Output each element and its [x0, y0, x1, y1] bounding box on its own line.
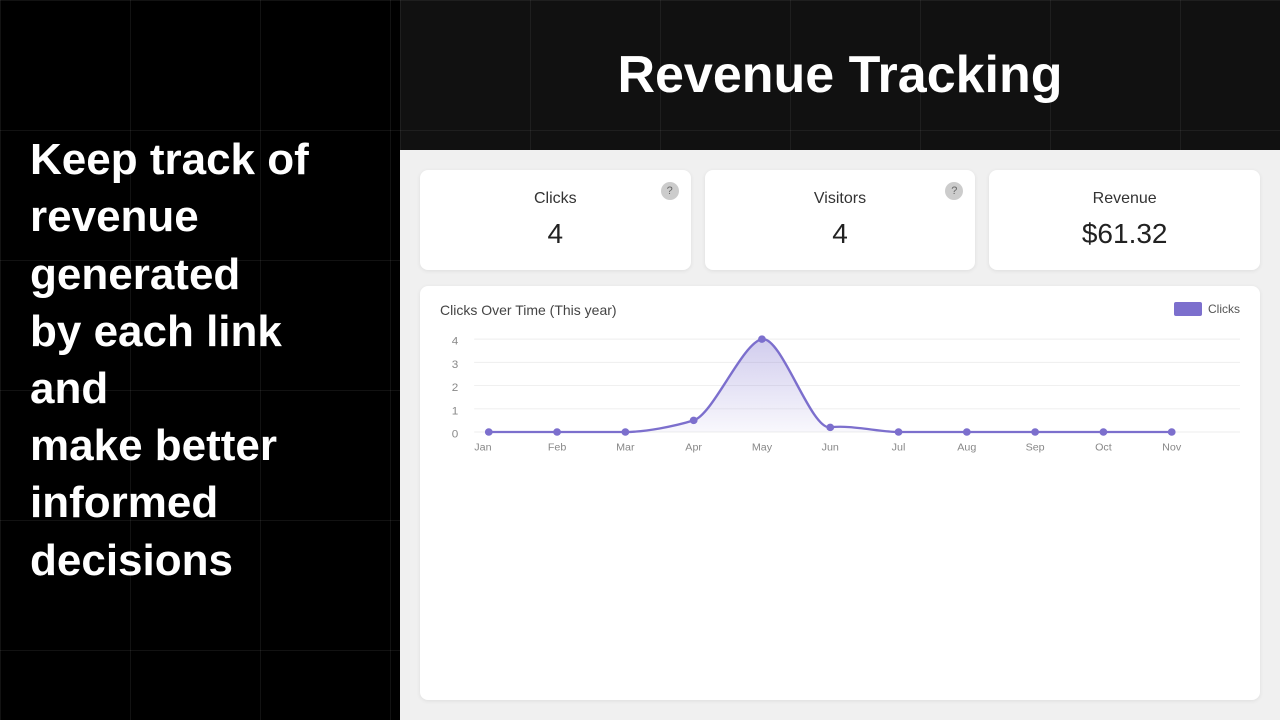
stat-cards-row: ? Clicks 4 ? Visitors 4 Revenue $61.32 [420, 170, 1260, 270]
left-line-5: informed decisions [30, 474, 370, 588]
svg-text:Feb: Feb [548, 443, 567, 454]
svg-text:2: 2 [452, 382, 458, 394]
data-point-sep [1031, 428, 1039, 435]
clicks-help-icon[interactable]: ? [661, 182, 679, 200]
data-point-oct [1100, 428, 1108, 435]
chart-legend: Clicks [1174, 302, 1240, 316]
data-point-apr [690, 417, 698, 424]
stat-card-revenue: Revenue $61.32 [989, 170, 1260, 270]
page-title: Revenue Tracking [617, 45, 1062, 105]
svg-text:Sep: Sep [1026, 443, 1045, 454]
visitors-value: 4 [729, 218, 952, 250]
svg-text:Apr: Apr [685, 443, 702, 454]
svg-text:1: 1 [452, 406, 458, 418]
data-point-jan [485, 428, 493, 435]
left-line-4: make better [30, 417, 370, 474]
left-line-2: revenue generated [30, 188, 370, 302]
legend-color-clicks [1174, 302, 1202, 316]
data-point-nov [1168, 428, 1176, 435]
stat-card-visitors: ? Visitors 4 [705, 170, 976, 270]
svg-text:0: 0 [452, 429, 458, 441]
visitors-label: Visitors [729, 190, 952, 208]
revenue-value: $61.32 [1013, 218, 1236, 250]
visitors-help-icon[interactable]: ? [945, 182, 963, 200]
right-panel: Revenue Tracking ? Clicks 4 ? Visitors 4… [400, 0, 1280, 720]
stat-card-clicks: ? Clicks 4 [420, 170, 691, 270]
data-point-may [758, 335, 766, 342]
svg-text:Jan: Jan [474, 443, 491, 454]
data-point-jul [895, 428, 903, 435]
data-point-mar [621, 428, 629, 435]
svg-text:Jun: Jun [822, 443, 839, 454]
data-point-feb [553, 428, 561, 435]
legend-label-clicks: Clicks [1208, 302, 1240, 316]
left-panel: Keep track of revenue generated by each … [0, 0, 400, 720]
header-area: Revenue Tracking [400, 0, 1280, 150]
left-line-3: by each link and [30, 303, 370, 417]
left-text: Keep track of revenue generated by each … [30, 131, 370, 589]
svg-text:Nov: Nov [1162, 443, 1182, 454]
svg-text:Oct: Oct [1095, 443, 1112, 454]
svg-text:May: May [752, 443, 773, 454]
clicks-label: Clicks [444, 190, 667, 208]
svg-text:Jul: Jul [892, 443, 906, 454]
data-point-jun [826, 424, 834, 431]
svg-text:Aug: Aug [957, 443, 976, 454]
chart-title: Clicks Over Time (This year) [440, 302, 1240, 318]
content-area: ? Clicks 4 ? Visitors 4 Revenue $61.32 C… [400, 150, 1280, 720]
clicks-value: 4 [444, 218, 667, 250]
chart-container: Clicks Over Time (This year) Clicks 4 3 … [420, 286, 1260, 700]
svg-text:4: 4 [452, 336, 459, 348]
svg-text:Mar: Mar [616, 443, 635, 454]
data-point-aug [963, 428, 971, 435]
revenue-label: Revenue [1013, 190, 1236, 208]
svg-text:3: 3 [452, 359, 458, 371]
left-line-1: Keep track of [30, 131, 370, 188]
clicks-chart: 4 3 2 1 0 [440, 328, 1240, 458]
